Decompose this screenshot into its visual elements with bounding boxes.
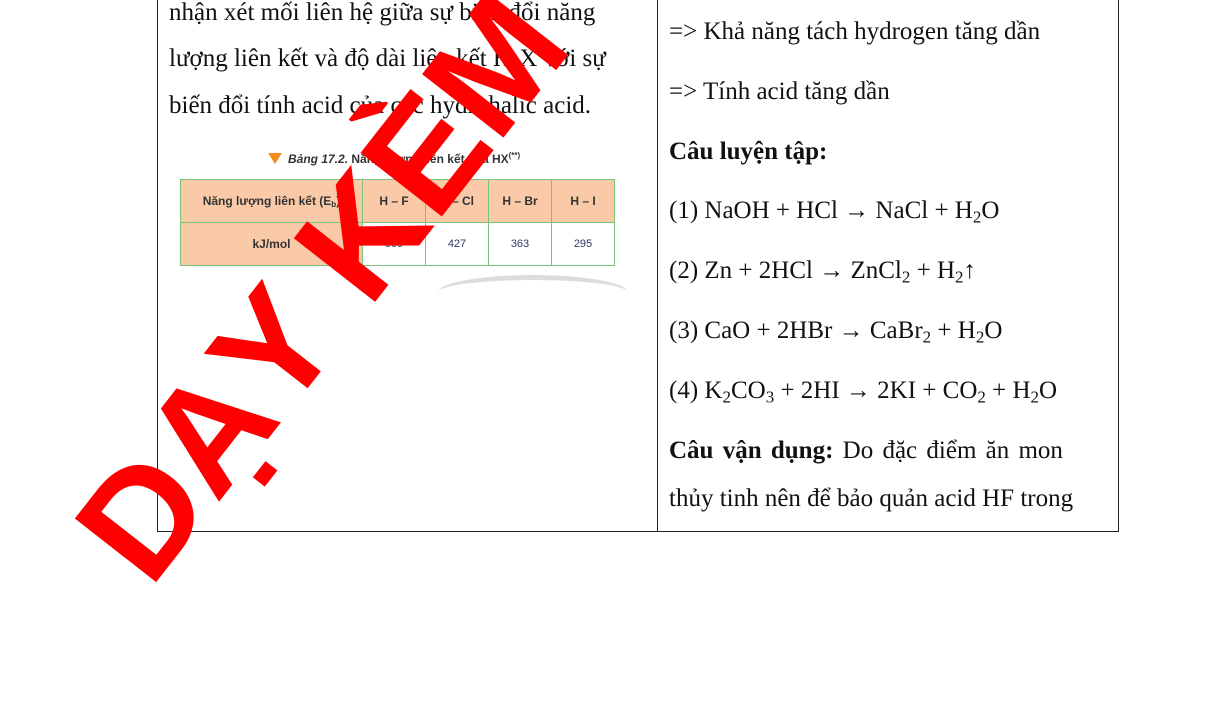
left-cell: nhận xét mối liên hệ giữa sự biến đổi nă… [158,0,657,531]
figure-background-arc [438,275,628,310]
unit-label-cell: kJ/mol [180,222,363,266]
left-line-1: nhận xét mối liên hệ giữa sự biến đổi nă… [169,0,596,26]
value-hi: 295 [551,222,615,266]
value-hbr: 363 [488,222,552,266]
column-header-hcl: H – Cl [425,179,489,223]
row-header-cell: Năng lượng liên kết (Eb) [180,179,363,223]
content-table: nhận xét mối liên hệ giữa sự biến đổi nă… [157,0,1119,532]
right-line-2: => Tính acid tăng dần [669,78,890,105]
equation-4: (4) K2CO3 + 2HI → 2KI + CO2 + H2O [669,377,1058,407]
bond-energy-figure: Bảng 17.2. Năng lượng liên kết của HX(**… [168,148,628,288]
caption-mark: (**) [508,151,521,160]
equation-2: (2) Zn + 2HCl → ZnCl2 + H2↑ [669,257,976,287]
equation-1: (1) NaOH + HCl → NaCl + H2O [669,197,1000,227]
caption-prefix: Bảng 17.2. [288,152,349,166]
apply-line-2: thủy tinh nên để bảo quản acid HF trong [669,485,1074,512]
column-header-hf: H – F [362,179,426,223]
triangle-marker-icon [268,153,282,164]
left-line-2: lượng liên kết và độ dài liên kết H-X vớ… [169,45,606,72]
table-header-row: Năng lượng liên kết (Eb) H – F H – Cl H … [180,179,615,223]
value-hcl: 427 [425,222,489,266]
practice-heading: Câu luyện tập: [669,138,828,165]
document-page: nhận xét mối liên hệ giữa sự biến đổi nă… [0,0,1224,728]
right-cell: => Khả năng tách hydrogen tăng dần => Tí… [658,0,1118,531]
value-hf: 565 [362,222,426,266]
right-line-1: => Khả năng tách hydrogen tăng dần [669,18,1041,45]
left-line-3: biến đổi tính acid của các hydrohalic ac… [169,92,592,119]
table-row: kJ/mol 565 427 363 295 [180,222,615,266]
caption-text: Năng lượng liên kết của HX [351,152,509,166]
apply-line-1: Câu vận dụng: Do đặc điểm ăn mon [669,437,1063,464]
figure-caption: Bảng 17.2. Năng lượng liên kết của HX(**… [268,151,520,166]
column-header-hbr: H – Br [488,179,552,223]
column-header-hi: H – I [551,179,615,223]
bond-energy-table: Năng lượng liên kết (Eb) H – F H – Cl H … [180,179,615,266]
equation-3: (3) CaO + 2HBr → CaBr2 + H2O [669,317,1003,347]
